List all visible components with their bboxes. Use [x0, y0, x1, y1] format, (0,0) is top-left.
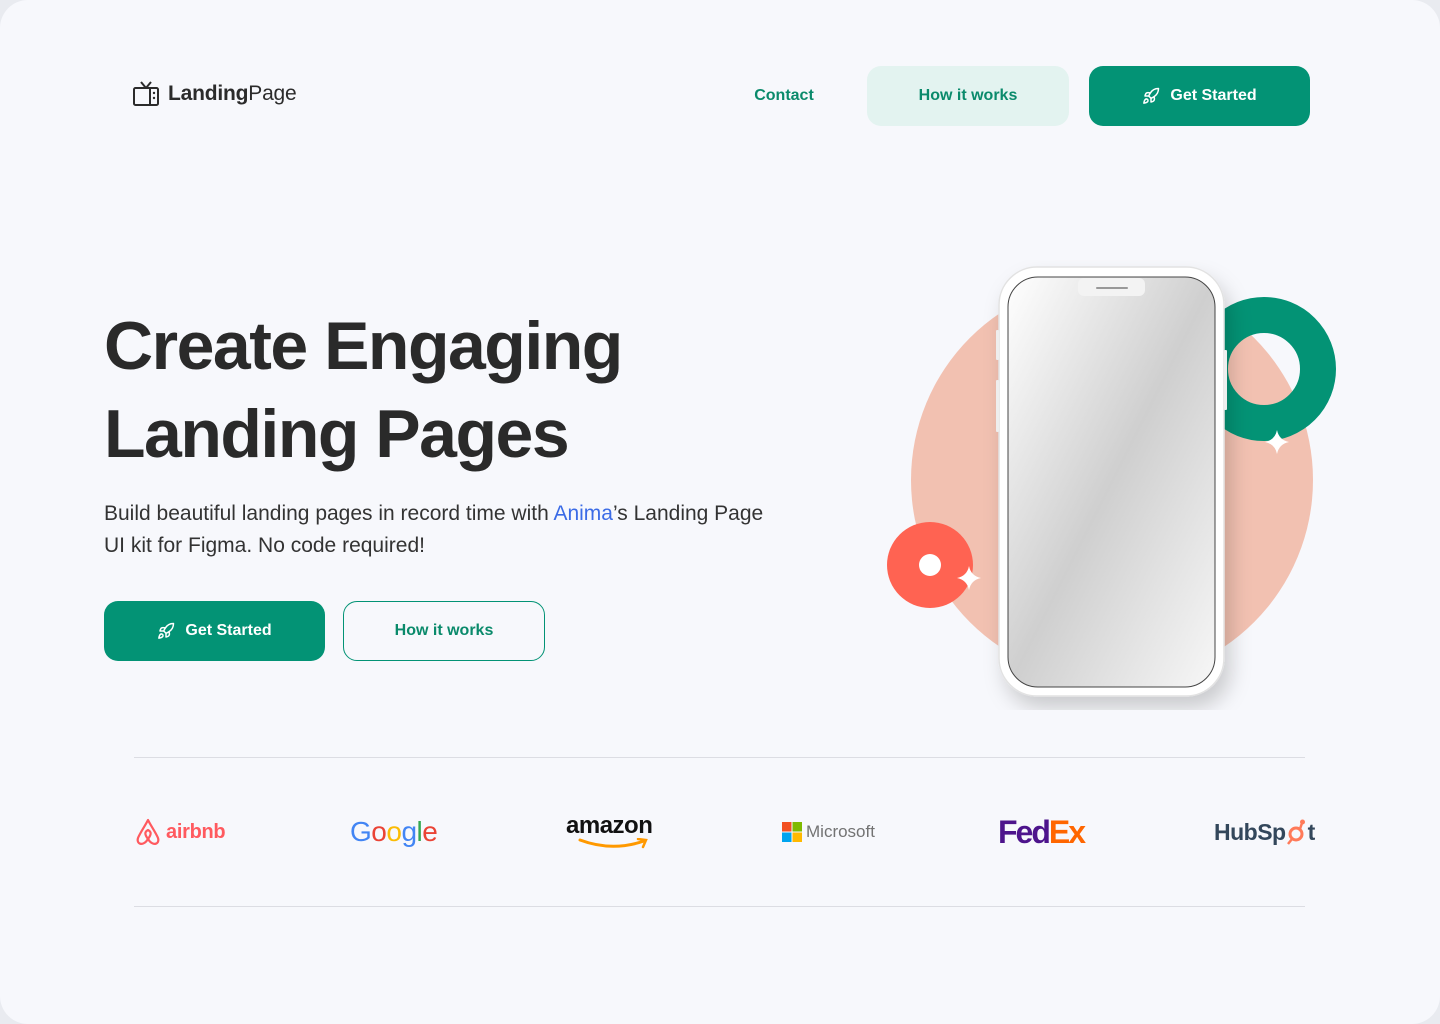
hero-get-started-label: Get Started: [185, 622, 272, 639]
airbnb-wordmark: airbnb: [166, 820, 226, 843]
google-logo: Google: [350, 808, 438, 856]
google-letter: g: [401, 816, 417, 847]
logo[interactable]: LandingPage: [132, 80, 297, 108]
hero-title-line-2: Landing Pages: [104, 396, 570, 472]
brand-logos: airbnb Google amazon Microsoft FedEx Hub…: [134, 808, 1315, 856]
logo-text-bold: Landing: [168, 82, 249, 105]
rocket-icon: [1143, 87, 1160, 104]
phone-side-button: [1224, 350, 1227, 410]
hubspot-wordmark-part-1: HubSp: [1214, 818, 1286, 845]
rocket-icon: [158, 622, 175, 639]
microsoft-wordmark: Microsoft: [806, 822, 875, 841]
anima-link[interactable]: Anima: [553, 502, 613, 525]
divider-top: [134, 757, 1305, 758]
fedex-fed: Fed: [998, 813, 1051, 850]
tv-icon: [133, 81, 159, 106]
logo-text-light: Page: [248, 82, 297, 105]
logo-text: LandingPage: [168, 82, 297, 106]
phone-speaker: [1096, 287, 1128, 289]
google-wordmark: Google: [350, 816, 438, 848]
phone-side-button: [996, 380, 999, 432]
fedex-logo: FedEx: [998, 808, 1086, 856]
google-letter: G: [350, 816, 372, 847]
coral-inner-dot: [919, 554, 941, 576]
phone-side-button: [996, 330, 999, 360]
phone-screen: [1007, 276, 1216, 688]
nav-how-it-works-button[interactable]: How it works: [867, 66, 1069, 126]
hero-title-line-1: Create Engaging: [104, 308, 623, 384]
divider-bottom: [134, 906, 1305, 907]
nav-contact-link[interactable]: Contact: [726, 66, 842, 126]
nav-get-started-label: Get Started: [1170, 87, 1257, 104]
fedex-ex: Ex: [1048, 813, 1086, 850]
amazon-smile-icon: [578, 838, 648, 849]
hero-illustration: [887, 266, 1336, 697]
amazon-wordmark: amazon: [566, 812, 653, 839]
hero-title: Create Engaging Landing Pages: [104, 302, 744, 478]
page: LandingPage Contact How it works Get Sta…: [0, 0, 1440, 1024]
hero-subtitle-part-1: Build beautiful landing pages in record …: [104, 502, 554, 525]
hero-get-started-button[interactable]: Get Started: [104, 601, 325, 661]
hubspot-logo: HubSp t: [1214, 808, 1315, 856]
nav-get-started-button[interactable]: Get Started: [1089, 66, 1310, 126]
airbnb-logo: airbnb: [134, 808, 226, 856]
fedex-wordmark: FedEx: [998, 813, 1086, 851]
microsoft-logo: Microsoft: [782, 808, 875, 856]
amazon-logo: amazon: [566, 808, 656, 856]
hubspot-wordmark-part-2: t: [1307, 818, 1316, 845]
airbnb-icon: [136, 818, 160, 845]
hero-how-it-works-button[interactable]: How it works: [343, 601, 545, 661]
hubspot-sprocket-icon: [1286, 819, 1305, 845]
google-letter: e: [422, 816, 438, 847]
google-letter: o: [386, 816, 402, 847]
microsoft-icon: [782, 822, 802, 842]
hero-subtitle: Build beautiful landing pages in record …: [104, 498, 764, 562]
google-letter: o: [371, 816, 387, 847]
